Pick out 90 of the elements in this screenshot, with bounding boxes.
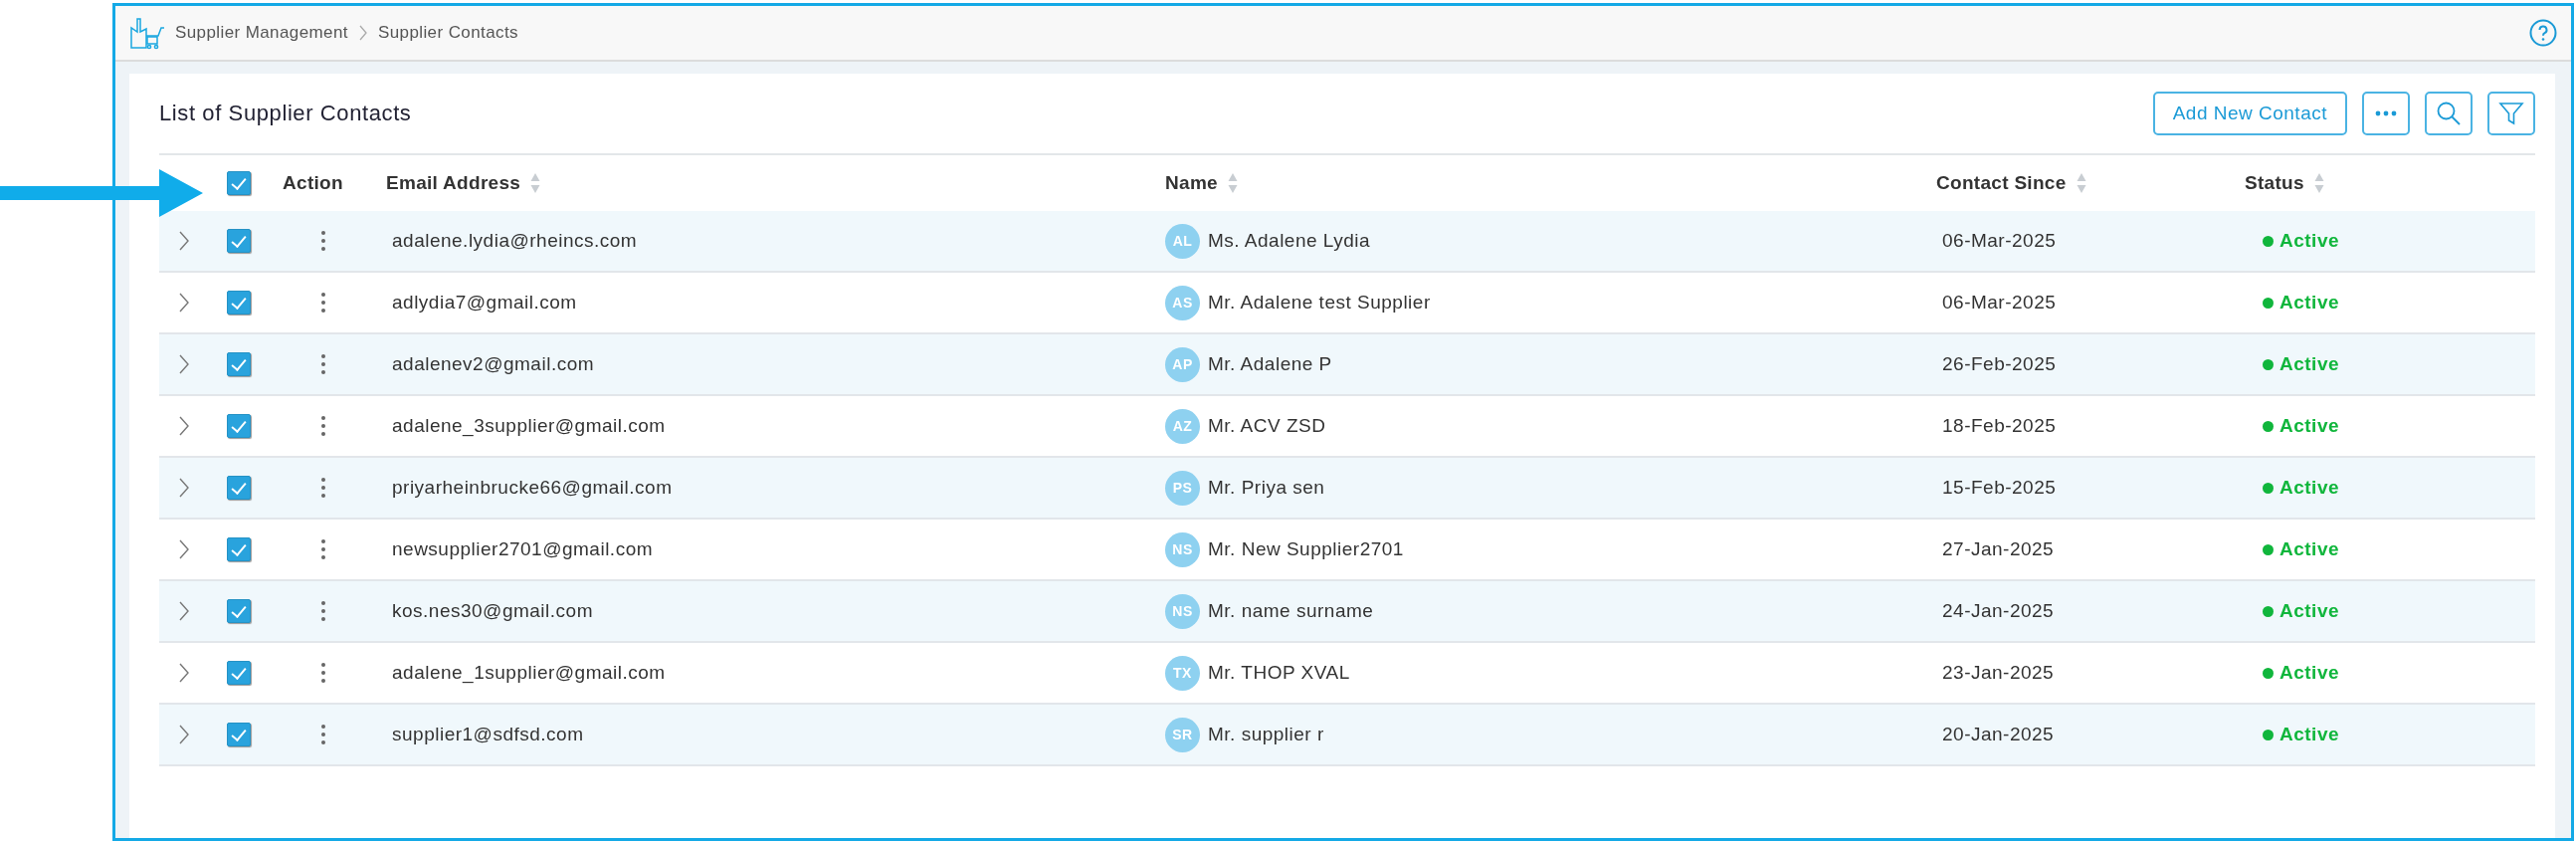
checkbox[interactable]	[227, 599, 251, 623]
expand-chevron-icon[interactable]	[177, 230, 191, 252]
checkbox[interactable]	[227, 661, 251, 685]
avatar-initials: PS	[1165, 470, 1200, 506]
checkbox[interactable]	[227, 414, 251, 438]
contact-date: 20-Jan-2025	[1942, 724, 2055, 745]
contact-name: Mr. supplier r	[1208, 724, 1324, 745]
email-text: kos.nes30@gmail.com	[392, 600, 593, 622]
row-menu-icon[interactable]	[320, 477, 326, 499]
column-header[interactable]: Email Address	[386, 172, 521, 194]
filter-icon	[2498, 101, 2524, 126]
more-button[interactable]	[2362, 92, 2410, 135]
contact-date: 18-Feb-2025	[1942, 415, 2057, 437]
checkbox[interactable]	[227, 723, 251, 746]
row-menu-icon[interactable]	[320, 724, 326, 745]
avatar-initials: NS	[1165, 531, 1200, 567]
status-text: Active	[2279, 600, 2340, 622]
avatar-initials: AZ	[1165, 408, 1200, 444]
email-text: adlydia7@gmail.com	[392, 292, 577, 314]
expand-chevron-icon[interactable]	[177, 415, 191, 437]
avatar-initials: AL	[1165, 223, 1200, 259]
column-header[interactable]: Contact Since	[1936, 172, 2067, 194]
checkbox[interactable]	[227, 537, 251, 561]
checkbox[interactable]	[227, 291, 251, 315]
email-text: adalene_1supplier@gmail.com	[392, 662, 666, 684]
status-text: Active	[2279, 353, 2340, 375]
search-button[interactable]	[2425, 92, 2473, 135]
status-text: Active	[2279, 230, 2340, 252]
contact-name: Mr. Priya sen	[1208, 477, 1325, 499]
expand-chevron-icon[interactable]	[177, 538, 191, 560]
contact-date: 27-Jan-2025	[1942, 538, 2055, 560]
email-text: priyarheinbrucke66@gmail.com	[392, 477, 673, 499]
expand-chevron-icon[interactable]	[177, 292, 191, 314]
breadcrumb-link[interactable]: Supplier Contacts	[377, 23, 518, 43]
expand-chevron-icon[interactable]	[177, 724, 191, 745]
avatar-initials: TX	[1165, 655, 1200, 691]
status-text: Active	[2279, 724, 2340, 745]
search-icon	[2436, 101, 2462, 126]
row-menu-icon[interactable]	[320, 415, 326, 437]
column-header: Action	[283, 172, 343, 194]
contact-name: Mr. Adalene P	[1208, 353, 1332, 375]
email-text: adalene.lydia@rheincs.com	[392, 230, 638, 252]
avatar-initials: AP	[1165, 346, 1200, 382]
contact-date: 06-Mar-2025	[1942, 230, 2057, 252]
contact-name: Mr. name surname	[1208, 600, 1374, 622]
status-text: Active	[2279, 415, 2340, 437]
checkbox[interactable]	[227, 352, 251, 376]
contact-name: Ms. Adalene Lydia	[1208, 230, 1371, 252]
email-text: adalenev2@gmail.com	[392, 353, 595, 375]
column-header[interactable]: Name	[1165, 172, 1218, 194]
row-menu-icon[interactable]	[320, 662, 326, 684]
checkbox[interactable]	[227, 229, 251, 253]
chevron-icon	[357, 24, 368, 42]
contact-date: 24-Jan-2025	[1942, 600, 2055, 622]
contact-date: 06-Mar-2025	[1942, 292, 2057, 314]
filter-button[interactable]	[2487, 92, 2535, 135]
checkbox[interactable]	[227, 476, 251, 500]
avatar-initials: AS	[1165, 285, 1200, 320]
status-text: Active	[2279, 292, 2340, 314]
more-icon	[2375, 110, 2397, 116]
contact-name: Mr. Adalene test Supplier	[1208, 292, 1431, 314]
avatar-initials: NS	[1165, 593, 1200, 629]
expand-chevron-icon[interactable]	[177, 600, 191, 622]
expand-chevron-icon[interactable]	[177, 477, 191, 499]
contact-date: 26-Feb-2025	[1942, 353, 2057, 375]
help-icon[interactable]	[2529, 19, 2557, 47]
expand-chevron-icon[interactable]	[177, 662, 191, 684]
email-text: supplier1@sdfsd.com	[392, 724, 584, 745]
row-menu-icon[interactable]	[320, 230, 326, 252]
contact-date: 23-Jan-2025	[1942, 662, 2055, 684]
row-menu-icon[interactable]	[320, 538, 326, 560]
column-header[interactable]: Status	[2245, 172, 2304, 194]
expand-chevron-icon[interactable]	[177, 353, 191, 375]
status-text: Active	[2279, 538, 2340, 560]
contact-name: Mr. New Supplier2701	[1208, 538, 1404, 560]
status-text: Active	[2279, 477, 2340, 499]
email-text: adalene_3supplier@gmail.com	[392, 415, 666, 437]
status-text: Active	[2279, 662, 2340, 684]
contact-name: Mr. THOP XVAL	[1208, 662, 1350, 684]
contact-name: Mr. ACV ZSD	[1208, 415, 1326, 437]
row-menu-icon[interactable]	[320, 292, 326, 314]
email-text: newsupplier2701@gmail.com	[392, 538, 654, 560]
breadcrumb-link[interactable]: Supplier Management	[175, 23, 348, 43]
avatar-initials: SR	[1165, 717, 1200, 752]
checkbox[interactable]	[227, 171, 251, 195]
row-menu-icon[interactable]	[320, 353, 326, 375]
row-menu-icon[interactable]	[320, 600, 326, 622]
contact-date: 15-Feb-2025	[1942, 477, 2057, 499]
factory-cart-icon	[129, 16, 165, 50]
page-title: List of Supplier Contacts	[159, 101, 413, 126]
